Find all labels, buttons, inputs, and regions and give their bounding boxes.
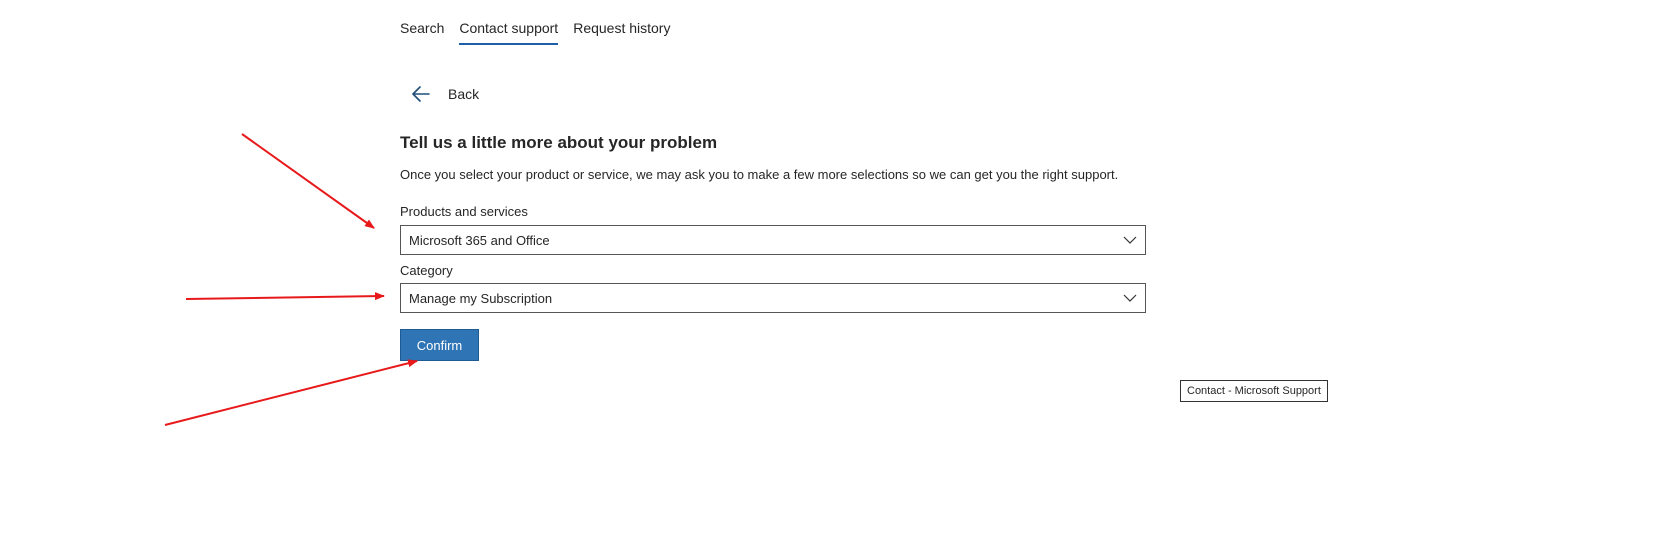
tab-search[interactable]: Search bbox=[400, 20, 444, 45]
page: Search Contact support Request history B… bbox=[0, 0, 1666, 557]
back-button[interactable]: Back bbox=[412, 86, 479, 102]
page-description: Once you select your product or service,… bbox=[400, 167, 1119, 182]
category-label: Category bbox=[400, 263, 453, 278]
chevron-down-icon bbox=[1123, 294, 1137, 302]
tab-bar: Search Contact support Request history bbox=[400, 20, 670, 45]
chevron-down-icon bbox=[1123, 236, 1137, 244]
annotation-arrow bbox=[241, 133, 375, 229]
products-label: Products and services bbox=[400, 204, 528, 219]
annotation-arrow bbox=[164, 359, 418, 426]
annotation-arrows bbox=[164, 133, 418, 426]
products-select-value: Microsoft 365 and Office bbox=[409, 232, 550, 248]
category-select[interactable]: Manage my Subscription bbox=[400, 283, 1146, 313]
category-select-value: Manage my Subscription bbox=[409, 290, 553, 306]
arrow-left-icon bbox=[412, 86, 430, 102]
annotation-arrow bbox=[185, 292, 385, 301]
tooltip: Contact - Microsoft Support bbox=[1180, 380, 1328, 402]
products-select[interactable]: Microsoft 365 and Office bbox=[400, 225, 1146, 255]
back-label: Back bbox=[448, 86, 480, 102]
confirm-button[interactable]: Confirm bbox=[400, 329, 479, 361]
page-title: Tell us a little more about your problem bbox=[400, 133, 718, 152]
tab-request-history[interactable]: Request history bbox=[573, 20, 670, 45]
tab-contact-support[interactable]: Contact support bbox=[459, 20, 559, 45]
